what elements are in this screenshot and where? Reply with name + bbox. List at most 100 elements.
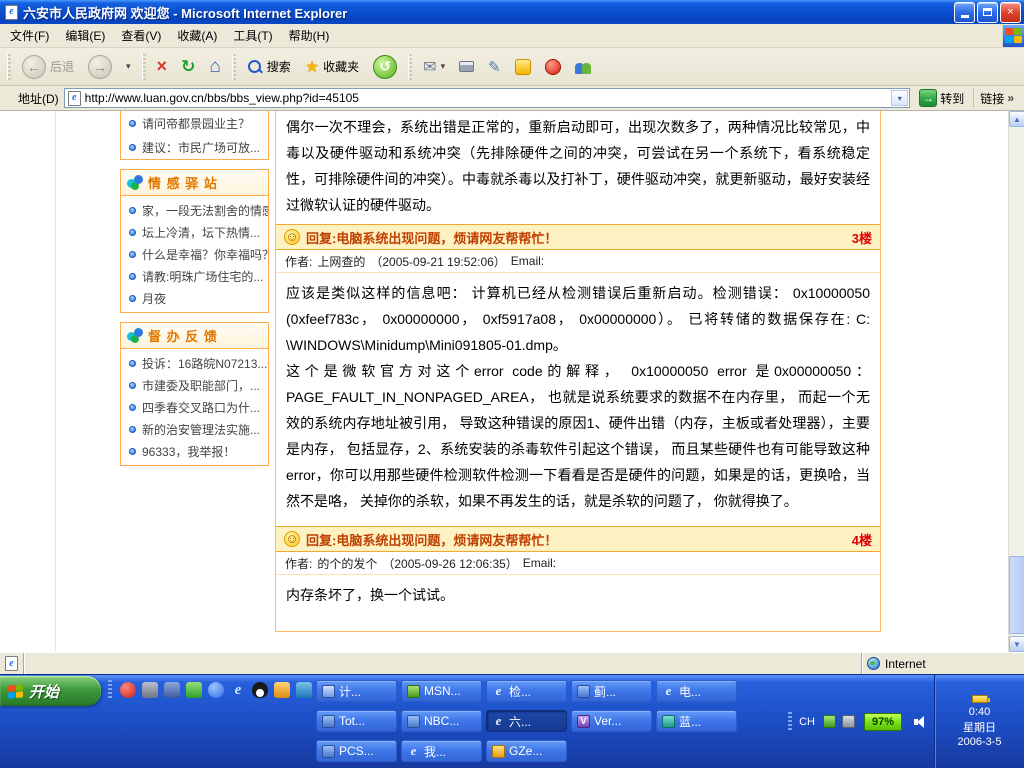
task-button[interactable]: 蓟... — [571, 680, 652, 702]
sidebar-link[interactable]: 坛上冷清，坛下热情... — [121, 221, 268, 243]
task-button[interactable]: 蓝... — [656, 710, 737, 732]
task-button[interactable]: 检... — [486, 680, 567, 702]
tray-clock[interactable]: 0:40 星期日 2006-3-5 — [934, 675, 1024, 768]
app-icon — [407, 715, 420, 728]
sidebar-link[interactable]: 什么是幸福？你幸福吗？. — [121, 243, 268, 265]
bullet-icon — [129, 295, 136, 302]
refresh-button[interactable]: ↻ — [175, 54, 201, 80]
sidebar-link[interactable]: 新的治安管理法实施... — [121, 418, 268, 440]
media-player-icon[interactable] — [120, 682, 136, 698]
scrollbar-thumb[interactable] — [1009, 556, 1024, 634]
sidebar-link[interactable]: 投诉：16路皖N07213... — [121, 352, 268, 374]
tray-grip[interactable] — [788, 712, 792, 732]
notes-button[interactable] — [509, 56, 537, 78]
ie-icon — [492, 685, 505, 698]
back-button[interactable]: ← 后退 — [16, 52, 80, 82]
edit-icon: ✎ — [488, 58, 501, 76]
menu-view[interactable]: 查看(V) — [113, 24, 169, 47]
scroll-up-button[interactable]: ▲ — [1009, 111, 1024, 127]
menu-tools[interactable]: 工具(T) — [225, 24, 280, 47]
qq-penguin-icon[interactable] — [252, 682, 268, 698]
address-input[interactable] — [85, 90, 888, 106]
task-button[interactable]: NBC... — [401, 710, 482, 732]
language-indicator[interactable]: CH — [799, 716, 815, 728]
smiley-icon: ☺ — [284, 229, 300, 245]
reply-body: 偶尔一次不理会，系统出错是正常的，重新启动即可，出现次数多了，两种情况比较常见，… — [276, 111, 880, 224]
sidebar-link[interactable]: 建议：市民广场可放... — [121, 135, 268, 159]
menu-edit[interactable]: 编辑(E) — [57, 24, 113, 47]
menu-favorites[interactable]: 收藏(A) — [169, 24, 225, 47]
task-button[interactable]: MSN... — [401, 680, 482, 702]
restore-button[interactable] — [977, 2, 998, 23]
menu-help[interactable]: 帮助(H) — [281, 24, 338, 47]
zone-label: Internet — [885, 657, 926, 671]
print-button[interactable] — [453, 58, 480, 75]
volume-icon[interactable] — [914, 716, 928, 728]
task-button[interactable]: PCS... — [316, 740, 397, 762]
sidebar-link[interactable]: 请问帝都景园业主？ — [121, 111, 268, 135]
sidebar-link[interactable]: 市建委及职能部门，... — [121, 374, 268, 396]
sidebar-link[interactable]: 96333，我举报！ — [121, 440, 268, 462]
people-icon — [575, 59, 592, 74]
clock-date: 2006-3-5 — [957, 736, 1001, 748]
mail-button[interactable]: ✉ ▾ — [417, 54, 451, 80]
task-button[interactable]: 计... — [316, 680, 397, 702]
favorites-button[interactable]: ★ 收藏夹 — [299, 54, 365, 80]
reply-header: ☺ 回复:电脑系统出现问题，烦请网友帮帮忙！ 4楼 — [276, 526, 880, 552]
ie-icon[interactable]: e — [230, 682, 246, 698]
task-button[interactable]: GZe... — [486, 740, 567, 762]
quick-launch-grip[interactable] — [108, 680, 112, 700]
history-button[interactable]: ↺ — [367, 52, 403, 82]
system-tray: CH 97% 0:40 星期日 2006-3-5 — [788, 675, 1024, 768]
forward-button[interactable]: → — [82, 52, 118, 82]
orange-app-icon[interactable] — [274, 682, 290, 698]
blue-app-icon[interactable] — [296, 682, 312, 698]
go-button[interactable]: → 转到 — [915, 88, 968, 108]
antivirus-tray-icon[interactable] — [823, 715, 836, 728]
bullet-icon — [129, 229, 136, 236]
section-header: 情 感 驿 站 — [121, 170, 268, 196]
smiley-icon: ☺ — [284, 531, 300, 547]
bullet-icon — [129, 426, 136, 433]
task-button[interactable]: Ver... — [571, 710, 652, 732]
sidebar-link[interactable]: 家，一段无法割舍的情感 — [121, 199, 268, 221]
toolbar-grip[interactable] — [7, 54, 11, 80]
task-button[interactable]: 电... — [656, 680, 737, 702]
menu-file[interactable]: 文件(F) — [2, 24, 57, 47]
home-button[interactable]: ⌂ — [203, 53, 226, 81]
task-button[interactable]: Tot... — [316, 710, 397, 732]
sidebar-link[interactable]: 月夜 — [121, 287, 268, 309]
keyboard-tray-icon[interactable] — [842, 715, 855, 728]
address-dropdown-button[interactable]: ▾ — [891, 90, 908, 106]
vertical-scrollbar[interactable]: ▲ ▼ — [1008, 111, 1024, 652]
task-button-active[interactable]: 六... — [486, 710, 567, 732]
discuss-button[interactable] — [569, 56, 598, 77]
restore-icon — [983, 8, 992, 16]
msn-globe-icon[interactable] — [208, 682, 224, 698]
edit-button[interactable]: ✎ — [482, 55, 507, 79]
bullet-icon — [129, 144, 136, 151]
task-button[interactable]: 我... — [401, 740, 482, 762]
sidebar-link[interactable]: 四季春交叉路口为什... — [121, 396, 268, 418]
address-bar: 地址(D) e ▾ → 转到 链接 » — [0, 86, 1024, 111]
app-icon — [322, 745, 335, 758]
search-button[interactable]: 搜索 — [241, 55, 297, 78]
forward-icon: → — [88, 55, 112, 79]
show-desktop-icon[interactable] — [142, 682, 158, 698]
messenger-button[interactable] — [539, 56, 567, 78]
scroll-down-button[interactable]: ▼ — [1009, 636, 1024, 652]
sidebar-link[interactable]: 请教:明珠广场住宅的... — [121, 265, 268, 287]
start-button[interactable]: 开始 — [0, 676, 101, 706]
floppy-app-icon[interactable] — [164, 682, 180, 698]
clock-time: 0:40 — [969, 706, 990, 718]
stop-button[interactable]: × — [151, 53, 174, 80]
toolbar-separator — [142, 54, 146, 80]
refresh-icon: ↻ — [181, 57, 195, 77]
green-app-icon[interactable] — [186, 682, 202, 698]
links-bar[interactable]: 链接 » — [973, 88, 1020, 108]
minimize-button[interactable] — [954, 2, 975, 23]
address-input-wrap: e ▾ — [64, 88, 911, 108]
forward-dropdown[interactable]: ▾ — [120, 58, 137, 75]
battery-percent-badge[interactable]: 97% — [864, 713, 902, 731]
close-button[interactable]: × — [1000, 2, 1021, 23]
